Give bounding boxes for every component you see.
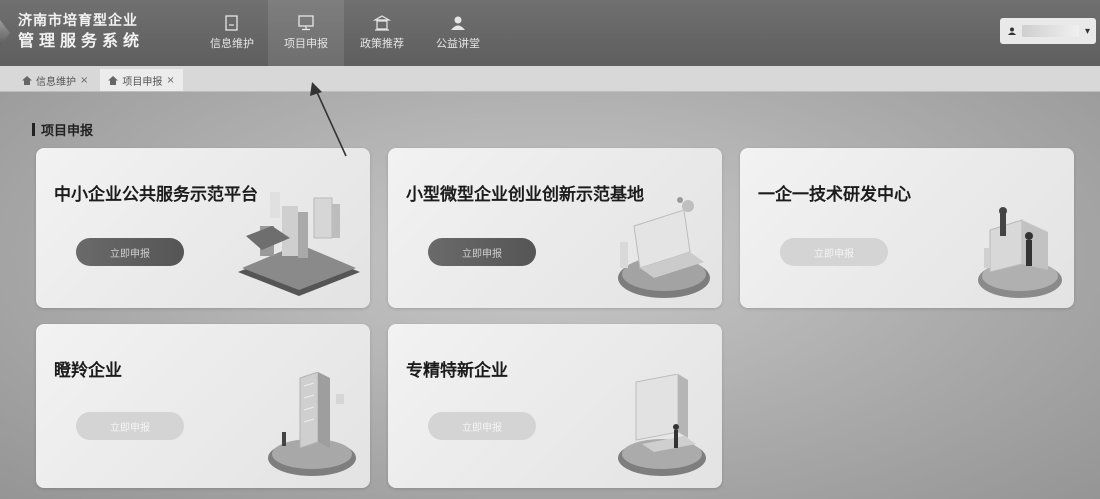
project-card: 瞪羚企业 立即申报	[36, 324, 370, 488]
nav-label: 政策推荐	[360, 37, 404, 50]
building-icon	[373, 15, 391, 31]
nav-item-policy-recommend[interactable]: 政策推荐	[344, 0, 420, 66]
screen-illustration	[618, 374, 706, 476]
tower-illustration	[268, 372, 356, 476]
section-title-bar	[32, 123, 35, 136]
tab-project-application[interactable]: 项目申报 ×	[100, 69, 183, 91]
person-icon	[451, 16, 465, 30]
close-icon[interactable]: ×	[166, 75, 174, 86]
project-card: 专精特新企业 立即申报	[388, 324, 722, 488]
project-card: 中小企业公共服务示范平台 立即申报	[36, 148, 370, 308]
research-people-illustration	[978, 207, 1062, 298]
nav-label: 公益讲堂	[436, 37, 480, 50]
tab-bar: 信息维护 × 项目申报 ×	[0, 66, 1100, 92]
home-icon	[108, 75, 119, 85]
brand-title-line1: 济南市培育型企业	[18, 13, 138, 29]
document-icon	[225, 15, 238, 31]
apply-now-button[interactable]: 立即申报	[780, 238, 888, 266]
city-platform-illustration	[238, 192, 360, 296]
project-card: 小型微型企业创业创新示范基地 立即申报	[388, 148, 722, 308]
tab-info-maintenance[interactable]: 信息维护 ×	[14, 69, 96, 91]
project-card: 一企一技术研发中心 立即申报	[740, 148, 1074, 308]
nav-item-info-maintenance[interactable]: 信息维护	[196, 0, 268, 66]
section-title: 项目申报	[32, 120, 93, 139]
user-icon	[1008, 27, 1016, 35]
apply-now-button[interactable]: 立即申报	[428, 412, 536, 440]
tab-label: 项目申报	[122, 76, 163, 88]
card-title: 瞪羚企业	[54, 361, 122, 381]
app-brand: 济南市培育型企业 管理服务系统	[18, 12, 168, 52]
main-nav: 信息维护 项目申报 政策推荐 公益讲堂	[196, 0, 496, 66]
chevron-down-icon: ▾	[1084, 25, 1090, 37]
brand-accent-shape	[0, 20, 10, 46]
main-content: 项目申报 中小企业公共服务示范平台 立即申报 小型微型企业创业创新示范基地 立即…	[0, 92, 1100, 499]
nav-item-project-application[interactable]: 项目申报	[268, 0, 344, 66]
user-name-redacted	[1022, 25, 1079, 37]
top-header: 济南市培育型企业 管理服务系统 信息维护 项目申报 政策推荐 公益讲堂 ▾	[0, 0, 1100, 66]
tab-label: 信息维护	[36, 76, 76, 88]
monitor-icon	[298, 15, 314, 31]
brand-title-line2: 管理服务系统	[18, 31, 145, 50]
card-title: 一企一技术研发中心	[758, 185, 911, 205]
close-icon[interactable]: ×	[80, 75, 88, 86]
card-title: 小型微型企业创业创新示范基地	[406, 185, 644, 205]
card-title: 专精特新企业	[406, 361, 508, 381]
apply-now-button[interactable]: 立即申报	[76, 238, 184, 266]
nav-label: 信息维护	[210, 37, 254, 50]
home-icon	[22, 75, 32, 85]
laptop-illustration	[618, 197, 710, 298]
apply-now-button[interactable]: 立即申报	[428, 238, 536, 266]
nav-item-public-lecture[interactable]: 公益讲堂	[420, 0, 496, 66]
user-menu[interactable]: ▾	[1000, 18, 1096, 44]
card-title: 中小企业公共服务示范平台	[54, 185, 258, 205]
apply-now-button[interactable]: 立即申报	[76, 412, 184, 440]
section-title-text: 项目申报	[41, 124, 94, 139]
nav-label: 项目申报	[284, 37, 328, 50]
